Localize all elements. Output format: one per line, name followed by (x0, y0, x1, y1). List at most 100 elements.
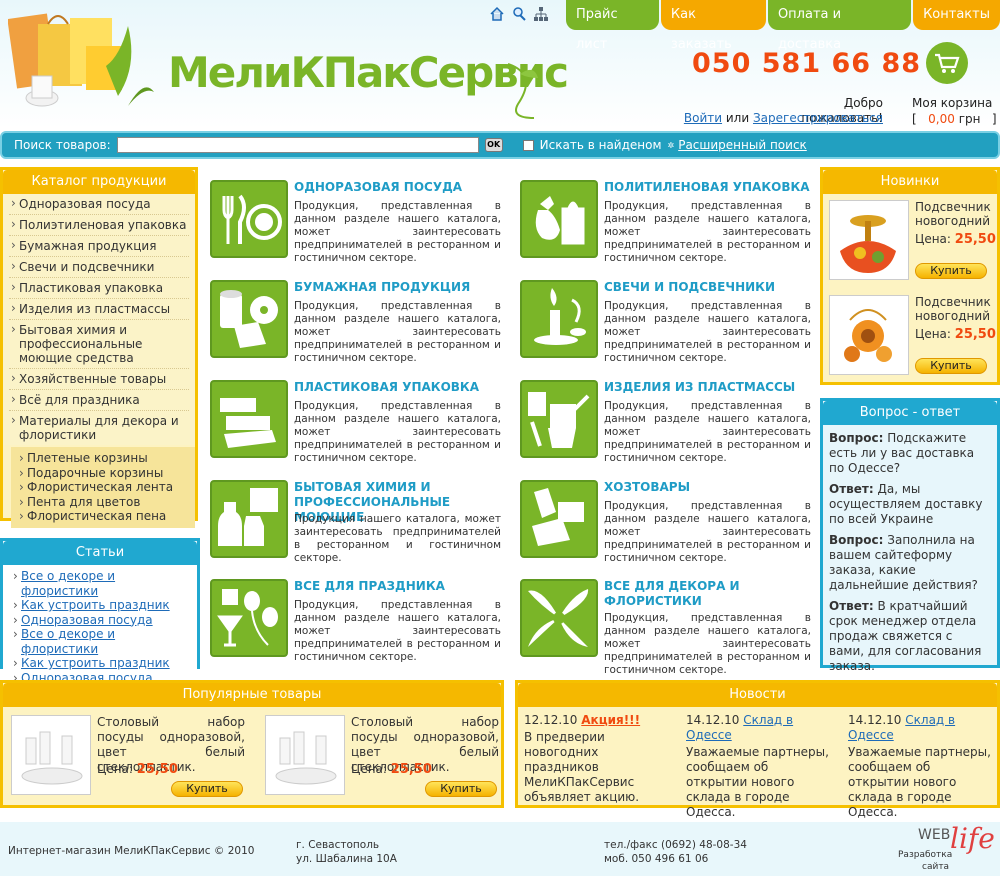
product-image[interactable] (829, 200, 909, 280)
product-image[interactable] (265, 715, 345, 795)
search-input[interactable] (116, 137, 479, 153)
news-date: 14.12.10 (686, 713, 740, 727)
q-label: Вопрос: (829, 533, 884, 547)
catalog-item[interactable]: Одноразовая посуда (9, 194, 189, 215)
category-card[interactable]: ВСЕ ДЛЯ ПРАЗДНИКА Продукция, представлен… (210, 579, 501, 663)
category-card[interactable]: ИЗДЕЛИЯ ИЗ ПЛАСТМАССЫ Продукция, предста… (520, 380, 811, 464)
category-card[interactable]: ХОЗТОВАРЫ Продукция, представленная в да… (520, 480, 811, 564)
articles-box: Статьи Все о декоре и флористики Как уст… (0, 538, 200, 689)
category-desc: Продукция нашего каталога, может заинтер… (294, 513, 501, 564)
bracket-open: [ (912, 112, 917, 126)
category-title: СВЕЧИ И ПОДСВЕЧНИКИ (604, 280, 776, 294)
buy-button[interactable]: Купить (915, 263, 987, 279)
news-box: Новости 12.12.10 Акция!!! В предверии но… (515, 680, 1000, 819)
search-icon[interactable] (511, 6, 527, 22)
article-link[interactable]: Одноразовая посуда (21, 613, 153, 627)
catalog-subitem[interactable]: Флористическая пена (17, 509, 189, 524)
news-text: Уважаемые партнеры, сообщаем об открытии… (848, 745, 991, 819)
nav-price-list[interactable]: Прайс лист (566, 0, 659, 52)
developer-logo[interactable]: WEB Разработка сайта life (896, 822, 995, 874)
news-title-link[interactable]: Акция!!! (581, 713, 640, 727)
floral-icon (520, 579, 598, 657)
catalog-box: Каталог продукции Одноразовая посуда Пол… (0, 167, 198, 528)
register-link[interactable]: Зарегестрироваться (753, 111, 883, 125)
novelties-box: Новинки Подсвечник новогодний Цена: 25,5… (820, 167, 1000, 385)
product-image[interactable] (11, 715, 91, 795)
cart-title: Моя корзина (912, 96, 993, 110)
footer: Интернет-магазин МелиКПакСервис © 2010 г… (0, 822, 1000, 876)
main-nav: Прайс лист Как заказать Оплата и доставк… (566, 0, 1000, 52)
my-cart[interactable]: Моя корзина [ 0,00 грн ] (912, 96, 997, 127)
price-label: Цена: (915, 327, 951, 341)
bracket-close: ] (991, 112, 997, 126)
category-desc: Продукция, представленная в данном разде… (294, 200, 501, 264)
category-card[interactable]: БУМАЖНАЯ ПРОДУКЦИЯ Продукция, представле… (210, 280, 501, 364)
buy-button[interactable]: Купить (915, 358, 987, 374)
category-card[interactable]: ПЛАСТИКОВАЯ УПАКОВКА Продукция, представ… (210, 380, 501, 464)
category-title: ПЛАСТИКОВАЯ УПАКОВКА (294, 380, 480, 394)
category-card[interactable]: СВЕЧИ И ПОДСВЕЧНИКИ Продукция, представл… (520, 280, 811, 364)
dev-life: life (950, 822, 995, 855)
buy-button[interactable]: Купить (425, 781, 497, 797)
category-card[interactable]: ПОЛИТИЛЕНОВАЯ УПАКОВКА Продукция, предст… (520, 180, 811, 264)
category-desc: Продукция, представленная в данном разде… (604, 612, 811, 676)
category-desc: Продукция, представленная в данном разде… (294, 400, 501, 464)
catalog-item[interactable]: Бумажная продукция (9, 236, 189, 257)
catalog-item[interactable]: Свечи и подсвечники (9, 257, 189, 278)
news-date: 12.12.10 (524, 713, 578, 727)
product-price: 25,50 (390, 762, 432, 777)
catalog-subitem[interactable]: Подарочные корзины (17, 466, 189, 481)
category-desc: Продукция, представленная в данном разде… (604, 500, 811, 564)
shopping-bags-logo (8, 13, 154, 107)
vine-decoration (507, 63, 538, 119)
category-card[interactable]: ВСЕ ДЛЯ ДЕКОРА И ФЛОРИСТИКИ Продукция, п… (520, 579, 811, 676)
login-link[interactable]: Войти (684, 111, 722, 125)
article-link[interactable]: Как устроить праздник (21, 598, 170, 612)
search-bar: Поиск товаров: OK Искать в найденом ✲ Ра… (0, 131, 1000, 159)
catalog-subitem[interactable]: Плетеные корзины (17, 451, 189, 466)
nav-contacts[interactable]: Контакты (913, 0, 1000, 30)
cart-amount: 0,00 (928, 112, 955, 126)
cart-button[interactable] (926, 42, 968, 84)
catalog-item[interactable]: Хозяйственные товары (9, 369, 189, 390)
category-desc: Продукция, представленная в данном разде… (604, 300, 811, 364)
product-price: 25,50 (954, 327, 996, 342)
category-card[interactable]: ОДНОРАЗОВАЯ ПОСУДА Продукция, представле… (210, 180, 501, 264)
article-link[interactable]: Как устроить праздник (21, 656, 170, 670)
q-label: Вопрос: (829, 431, 884, 445)
home-icon[interactable] (489, 6, 505, 22)
phone-number: 050 581 66 88 (692, 48, 922, 79)
nav-payment-delivery[interactable]: Оплата и доставка (767, 0, 912, 52)
nav-how-to-order[interactable]: Как заказать (660, 0, 766, 52)
search-in-found-checkbox[interactable] (522, 139, 534, 151)
article-link[interactable]: Все о декоре и флористики (21, 569, 115, 598)
product-name[interactable]: Подсвечник новогодний (915, 295, 995, 323)
sitemap-icon[interactable] (533, 6, 549, 22)
popular-box: Популярные товары Столовый набор посуды … (0, 680, 504, 808)
buy-button[interactable]: Купить (171, 781, 243, 797)
catalog-item[interactable]: Бытовая химия и профессиональные моющие … (9, 320, 189, 369)
catalog-subitem[interactable]: Пента для цветов (17, 495, 189, 510)
category-card[interactable]: БЫТОВАЯ ХИМИЯ И ПРОФЕССИОНАЛЬНЫЕ МОЮЩИЕ … (210, 480, 501, 564)
catalog-item[interactable]: Всё для праздника (9, 390, 189, 411)
footer-street: ул. Шабалина 10А (296, 853, 397, 865)
dev-label2: сайта (922, 862, 950, 872)
advanced-search-link[interactable]: Расширенный поиск (678, 138, 807, 152)
catalog-item[interactable]: Полиэтиленовая упаковка (9, 215, 189, 236)
news-text: В предверии новогодних праздников МелиКП… (524, 730, 640, 804)
footer-tel: тел./факс (0692) 48-08-34 (604, 839, 747, 851)
catalog-item[interactable]: Изделия из пластмассы (9, 299, 189, 320)
search-ok-button[interactable]: OK (484, 138, 503, 152)
catalog-item[interactable]: Материалы для декора и флористики (9, 411, 189, 445)
party-icon (210, 579, 288, 657)
a-label: Ответ: (829, 482, 874, 496)
article-link[interactable]: Все о декоре и флористики (21, 627, 115, 656)
product-image[interactable] (829, 295, 909, 375)
plastic-box-icon (210, 380, 288, 458)
catalog-item[interactable]: Пластиковая упаковка (9, 278, 189, 299)
footer-copyright: Интернет-магазин МелиКПакСервис © 2010 (8, 845, 255, 857)
qa-box: Вопрос - ответ Вопрос: Подскажите есть л… (820, 398, 1000, 673)
catalog-subitem[interactable]: Флористическая лента (17, 480, 189, 495)
product-name[interactable]: Подсвечник новогодний (915, 200, 995, 228)
news-date: 14.12.10 (848, 713, 902, 727)
